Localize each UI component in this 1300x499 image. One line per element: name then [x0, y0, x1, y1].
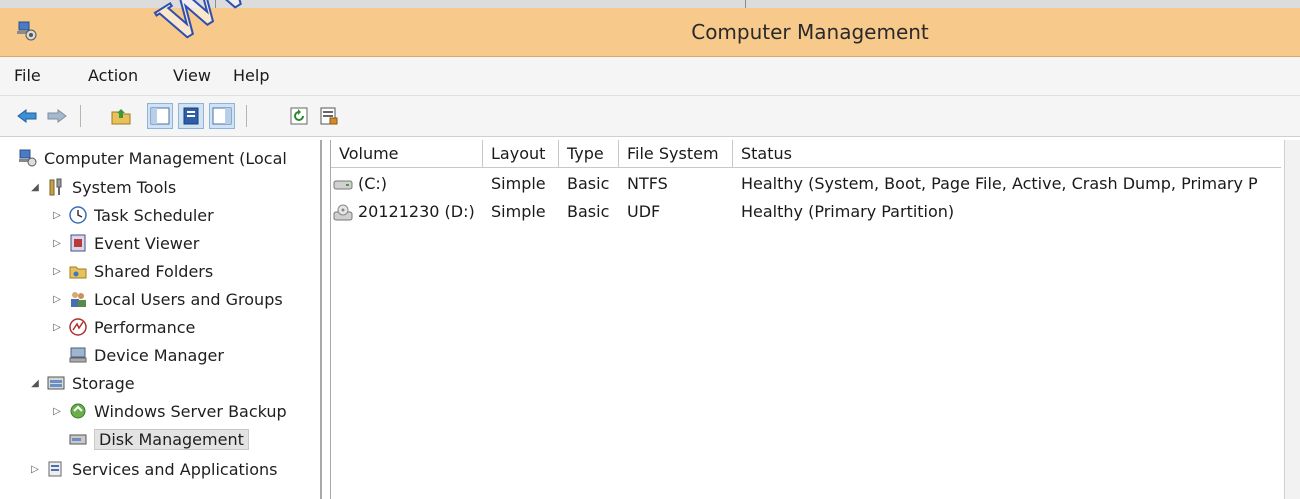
event-viewer-icon [70, 234, 86, 252]
console-tree-icon[interactable] [147, 103, 173, 129]
menu-view[interactable]: View [173, 66, 211, 85]
computer-management-icon [19, 149, 37, 167]
expanded-arrow-icon[interactable]: ◢ [28, 182, 42, 193]
services-icon [48, 461, 62, 477]
console-tree[interactable]: Computer Management (Local ◢ System Tool… [14, 140, 322, 499]
tree-item-task-scheduler[interactable]: ▷ Task Scheduler [50, 201, 214, 229]
clock-icon [69, 206, 87, 224]
status-cell: Healthy (System, Boot, Page File, Active… [741, 174, 1258, 193]
window-title: Computer Management [691, 20, 929, 44]
system-tools-icon [49, 178, 62, 196]
layout-cell: Simple [491, 202, 546, 221]
drive-icon [333, 180, 353, 189]
layout-cell: Simple [491, 174, 546, 193]
tree-item-shared-folders[interactable]: ▷ Shared Folders [50, 257, 213, 285]
menu-action[interactable]: Action [88, 66, 138, 85]
storage-icon [47, 376, 65, 390]
tree-item-disk-management[interactable]: Disk Management [68, 425, 249, 453]
strip-divider [215, 0, 216, 8]
collapsed-arrow-icon[interactable]: ▷ [50, 406, 64, 417]
menu-file[interactable]: File [14, 66, 41, 85]
shared-folder-icon [69, 266, 87, 279]
disk-management-icon [69, 434, 87, 445]
strip-divider [745, 0, 746, 8]
up-folder-icon[interactable] [108, 103, 134, 129]
collapsed-arrow-icon[interactable]: ▷ [50, 322, 64, 333]
performance-icon [69, 318, 87, 336]
back-icon[interactable] [14, 103, 40, 129]
collapsed-arrow-icon[interactable]: ▷ [50, 238, 64, 249]
help-pane-icon[interactable] [209, 103, 235, 129]
device-manager-icon [69, 347, 87, 363]
tree-item-storage[interactable]: ◢ Storage [28, 369, 134, 397]
toolbar [0, 96, 1300, 137]
type-cell: Basic [567, 174, 610, 193]
column-header-volume[interactable]: Volume [331, 140, 483, 168]
collapsed-arrow-icon[interactable]: ▷ [50, 210, 64, 221]
column-header-type[interactable]: Type [559, 140, 619, 168]
expanded-arrow-icon[interactable]: ◢ [28, 378, 42, 389]
column-header-status[interactable]: Status [733, 140, 1281, 168]
backup-icon [70, 403, 86, 419]
tree-item-performance[interactable]: ▷ Performance [50, 313, 195, 341]
refresh-icon[interactable] [286, 103, 312, 129]
users-icon [71, 292, 86, 307]
collapsed-arrow-icon[interactable]: ▷ [28, 464, 42, 475]
tree-item-event-viewer[interactable]: ▷ Event Viewer [50, 229, 199, 257]
file-system-cell: NTFS [627, 174, 668, 193]
collapsed-arrow-icon[interactable]: ▷ [50, 294, 64, 305]
collapsed-arrow-icon[interactable]: ▷ [50, 266, 64, 277]
properties-icon[interactable] [178, 103, 204, 129]
tree-item-system-tools[interactable]: ◢ System Tools [28, 173, 176, 201]
file-system-cell: UDF [627, 202, 661, 221]
tree-item-local-users-groups[interactable]: ▷ Local Users and Groups [50, 285, 283, 313]
volume-cell: (C:) [333, 172, 387, 196]
tree-item-services-applications[interactable]: ▷ Services and Applications [28, 455, 277, 483]
type-cell: Basic [567, 202, 610, 221]
toolbar-separator [80, 105, 81, 127]
title-bar: Computer Management [0, 8, 1300, 57]
menu-bar: File Action View Help [0, 57, 1300, 96]
volume-list[interactable]: Volume Layout Type File System Status (C… [330, 140, 1281, 499]
optical-drive-icon [333, 204, 353, 220]
column-header-layout[interactable]: Layout [483, 140, 559, 168]
vertical-scrollbar[interactable] [1284, 140, 1300, 499]
volume-cell: 20121230 (D:) [333, 200, 475, 224]
column-header-file-system[interactable]: File System [619, 140, 733, 168]
tree-item-root[interactable]: Computer Management (Local [18, 144, 287, 172]
status-cell: Healthy (Primary Partition) [741, 202, 955, 221]
forward-icon[interactable] [44, 103, 70, 129]
export-list-icon[interactable] [316, 103, 342, 129]
menu-help[interactable]: Help [233, 66, 269, 85]
toolbar-separator [246, 105, 247, 127]
tree-item-windows-server-backup[interactable]: ▷ Windows Server Backup [50, 397, 287, 425]
tree-item-device-manager[interactable]: Device Manager [68, 341, 224, 369]
